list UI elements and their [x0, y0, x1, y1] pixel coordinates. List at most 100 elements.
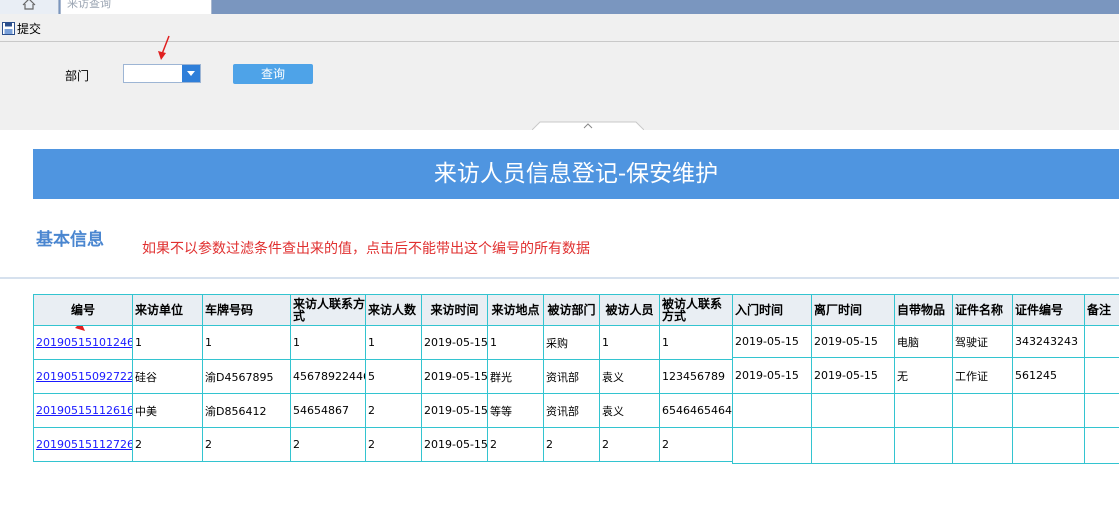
table-cell: 硅谷 [132, 359, 203, 394]
table-cell: 1 [365, 325, 422, 360]
collapse-handle[interactable] [532, 120, 644, 130]
cell-value: 2 [293, 438, 300, 451]
cell-value: 2019-05-15 [424, 336, 488, 349]
table-cell: 123456789 [659, 359, 733, 394]
cell-value: 1 [368, 336, 375, 349]
record-id-link[interactable]: 20190515101246 [36, 336, 132, 349]
cell-value: 工作证 [955, 369, 988, 383]
column-header: 证件名称 [952, 294, 1013, 326]
cell-value: 1 [135, 336, 142, 349]
cell-value: 2019-05-15 [424, 370, 488, 383]
table-cell: 5 [365, 359, 422, 394]
cell-value: 采购 [546, 336, 568, 350]
cell-value: 电脑 [897, 335, 919, 349]
cell-value: 群光 [490, 370, 512, 384]
cell-value: 561245 [1015, 369, 1057, 382]
table-cell: 资讯部 [543, 393, 600, 428]
table-cell: 2019-05-15 [421, 427, 488, 462]
table-cell: 1 [487, 325, 544, 360]
table-cell: 1 [599, 325, 660, 360]
column-header: 自带物品 [894, 294, 953, 326]
table-cell: 2 [659, 427, 733, 462]
cell-value: 2 [368, 438, 375, 451]
table-cell: 驾驶证 [952, 325, 1013, 358]
table-cell [732, 427, 812, 464]
cell-value: 2 [602, 438, 609, 451]
divider [0, 277, 1119, 279]
table-cell: 2 [599, 427, 660, 462]
cell-value: 123456789 [662, 370, 725, 383]
submit-button[interactable]: 提交 [2, 20, 41, 36]
column-header: 来访时间 [421, 294, 488, 326]
table-cell: 工作证 [952, 357, 1013, 394]
table-cell: 等等 [487, 393, 544, 428]
table-cell: 20190515101246 [33, 325, 133, 360]
cell-value: 1 [602, 336, 609, 349]
column-header: 来访地点 [487, 294, 544, 326]
cell-value: 无 [897, 369, 908, 383]
home-icon [22, 0, 36, 10]
cell-value: 2 [490, 438, 497, 451]
cell-value: 2019-05-15 [814, 369, 878, 382]
table-cell: 袁义 [599, 359, 660, 394]
cell-value: 等等 [490, 404, 512, 418]
cell-value: 中美 [135, 404, 157, 418]
column-header: 证件编号 [1012, 294, 1085, 326]
column-header: 编号 [33, 294, 133, 326]
table-cell [1012, 393, 1085, 428]
table-cell [732, 393, 812, 428]
cell-value: 资讯部 [546, 370, 579, 384]
cell-value: 2019-05-15 [735, 369, 799, 382]
cell-value: 2 [368, 404, 375, 417]
chevron-down-icon[interactable] [182, 65, 200, 82]
column-header: 车牌号码 [202, 294, 291, 326]
cell-value: 袁义 [602, 370, 624, 384]
table-cell: 2019-05-15 [811, 325, 895, 358]
column-header: 来访人联系方式 [290, 294, 366, 326]
table-cell: 群光 [487, 359, 544, 394]
record-id-link[interactable]: 20190515112616 [36, 404, 132, 417]
table-cell [952, 427, 1013, 464]
cell-value: 1 [293, 336, 300, 349]
table-cell: 2 [543, 427, 600, 462]
section-title: 基本信息 [36, 230, 104, 250]
cell-value: 2019-05-15 [424, 438, 488, 451]
table-cell [1084, 427, 1119, 464]
cell-value: 硅谷 [135, 370, 157, 384]
table-cell: 2019-05-15 [811, 357, 895, 394]
dept-label: 部门 [65, 69, 90, 83]
cell-value: 2 [135, 438, 142, 451]
cell-value: 袁义 [602, 404, 624, 418]
dept-select[interactable] [123, 64, 201, 83]
table-cell: 2 [487, 427, 544, 462]
cell-value: 渝D4567895 [205, 370, 274, 384]
table-cell: 45678922446 [290, 359, 366, 394]
cell-value: 2019-05-15 [814, 335, 878, 348]
table-cell: 20190515092722 [33, 359, 133, 394]
table-cell: 袁义 [599, 393, 660, 428]
table-cell: 渝D4567895 [202, 359, 291, 394]
tab-visit-query[interactable]: 来访查询 [60, 0, 212, 14]
page-title-banner: 来访人员信息登记-保安维护 [33, 149, 1119, 199]
cell-value: 2 [662, 438, 669, 451]
cell-value: 5 [368, 370, 375, 383]
table-cell: 无 [894, 357, 953, 394]
table-cell: 561245 [1012, 357, 1085, 394]
record-id-link[interactable]: 20190515112726 [36, 438, 132, 451]
query-button[interactable]: 查询 [233, 64, 313, 84]
table-cell [811, 393, 895, 428]
cell-value: 2 [205, 438, 212, 451]
table-cell: 采购 [543, 325, 600, 360]
table-cell: 中美 [132, 393, 203, 428]
table-cell: 1 [132, 325, 203, 360]
table-cell: 2 [132, 427, 203, 462]
cell-value: 343243243 [1015, 335, 1078, 348]
cell-value: 1 [490, 336, 497, 349]
table-cell: 2 [365, 427, 422, 462]
tab-home[interactable] [0, 0, 59, 14]
cell-value: 1 [205, 336, 212, 349]
column-header: 入门时间 [732, 294, 812, 326]
table-cell: 2019-05-15 [732, 357, 812, 394]
record-id-link[interactable]: 20190515092722 [36, 370, 132, 383]
column-header: 被访人员 [599, 294, 660, 326]
